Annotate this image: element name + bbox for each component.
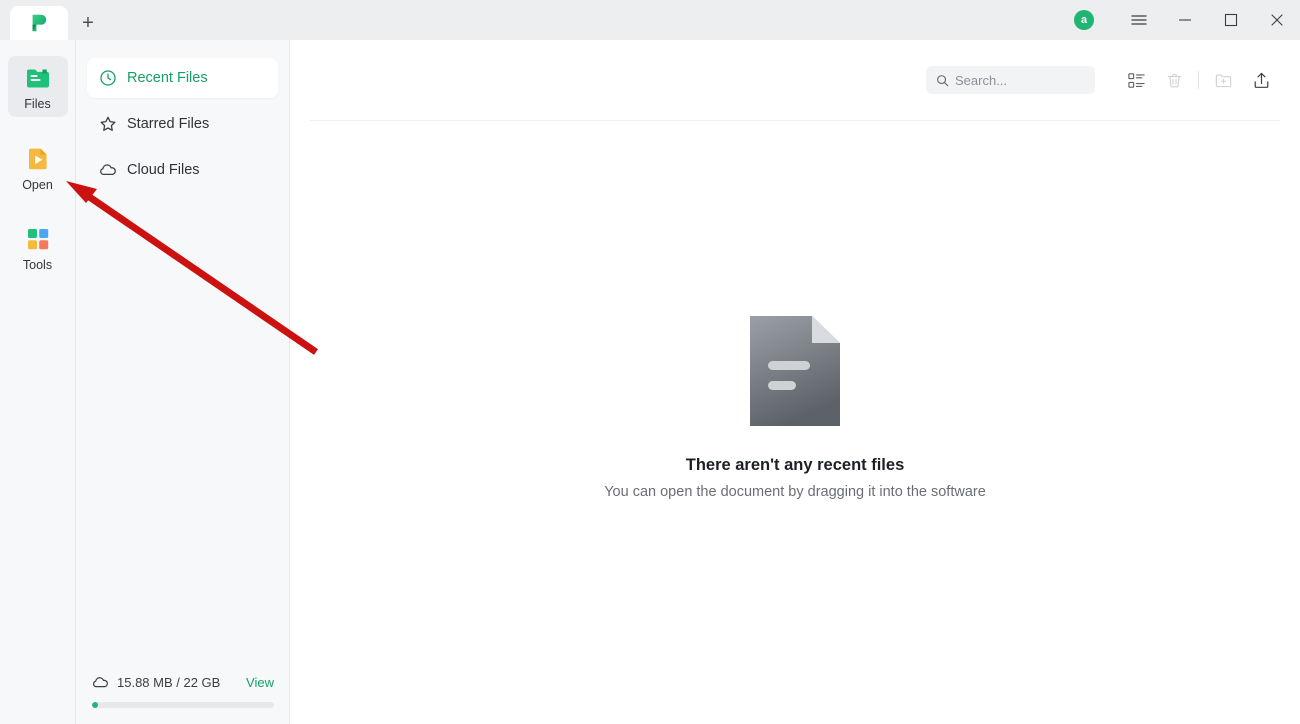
new-folder-icon[interactable]	[1204, 61, 1242, 99]
new-tab-button[interactable]: +	[68, 6, 108, 40]
open-icon	[28, 148, 47, 169]
search-box[interactable]	[926, 66, 1095, 94]
search-input[interactable]	[955, 72, 1075, 88]
empty-state-subtitle: You can open the document by dragging it…	[604, 484, 986, 500]
window-controls: a	[1074, 0, 1300, 40]
nav-panel: Recent Files Starred Files Cloud Files 1…	[76, 40, 290, 724]
star-icon	[100, 116, 116, 131]
upload-icon[interactable]	[1242, 61, 1280, 99]
application-window: + a Files Open Tools Recent Files Starre…	[0, 0, 1300, 724]
maximize-icon[interactable]	[1208, 0, 1254, 40]
tab-active[interactable]	[10, 6, 68, 40]
main-content: There aren't any recent files You can op…	[290, 40, 1300, 724]
storage-usage-text: 15.88 MB / 22 GB	[117, 675, 221, 690]
storage-progress-fill	[92, 702, 98, 708]
toolbar-divider	[1198, 71, 1199, 89]
storage-row: 15.88 MB / 22 GB View	[92, 674, 274, 691]
title-bar: + a	[0, 0, 1300, 40]
empty-state: There aren't any recent files You can op…	[290, 316, 1300, 500]
storage-view-link[interactable]: View	[246, 675, 274, 690]
close-icon[interactable]	[1254, 0, 1300, 40]
rail-item-label: Tools	[22, 258, 53, 272]
rail-item-open[interactable]: Open	[8, 137, 68, 198]
main-toolbar	[290, 40, 1300, 120]
rail-item-label: Open	[22, 177, 53, 192]
avatar[interactable]: a	[1074, 10, 1094, 30]
list-view-icon[interactable]	[1117, 61, 1155, 99]
nav-item-label: Cloud Files	[127, 162, 200, 178]
cloud-icon	[100, 164, 116, 176]
toolbar-bottom-divider	[310, 120, 1280, 121]
rail-item-files[interactable]: Files	[7, 56, 68, 117]
rail-item-tools[interactable]: Tools	[8, 217, 68, 278]
nav-item-starred-files[interactable]: Starred Files	[87, 104, 278, 144]
nav-list: Recent Files Starred Files Cloud Files	[76, 40, 289, 190]
clock-icon	[100, 70, 116, 86]
trash-icon[interactable]	[1155, 61, 1193, 99]
storage-progress-bar	[92, 702, 274, 708]
minimize-icon[interactable]	[1162, 0, 1208, 40]
nav-item-label: Starred Files	[127, 116, 210, 132]
left-rail: Files Open Tools	[0, 40, 76, 724]
hamburger-menu-icon[interactable]	[1116, 0, 1162, 40]
tools-icon	[27, 229, 48, 250]
files-icon	[26, 69, 49, 88]
app-logo-icon	[32, 14, 47, 32]
nav-item-cloud-files[interactable]: Cloud Files	[87, 150, 278, 190]
nav-item-recent-files[interactable]: Recent Files	[87, 58, 278, 98]
search-icon	[937, 74, 949, 86]
cloud-icon	[93, 677, 108, 688]
nav-item-label: Recent Files	[127, 70, 208, 86]
tab-strip: +	[0, 0, 108, 40]
document-placeholder-icon	[750, 316, 840, 426]
empty-state-title: There aren't any recent files	[685, 456, 905, 474]
storage-widget: 15.88 MB / 22 GB View	[76, 674, 290, 708]
rail-item-label: Files	[24, 97, 51, 111]
